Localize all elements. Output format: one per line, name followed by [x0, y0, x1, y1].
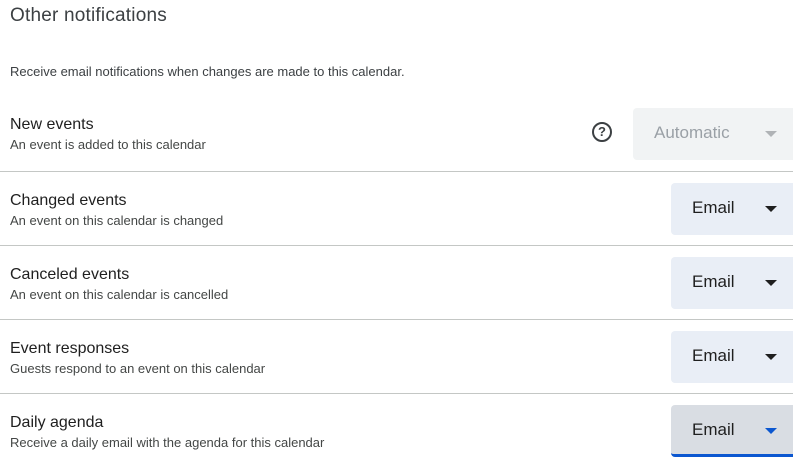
setting-row-event-responses: Event responses Guests respond to an eve…	[0, 319, 793, 393]
help-icon[interactable]: ?	[592, 122, 612, 142]
dropdown-caret-icon	[765, 280, 777, 286]
setting-description: An event on this calendar is changed	[10, 213, 224, 228]
dropdown-caret-icon	[765, 206, 777, 212]
setting-description: Guests respond to an event on this calen…	[10, 361, 266, 376]
section-description: Receive email notifications when changes…	[10, 64, 405, 79]
setting-title: Canceled events	[10, 266, 130, 283]
other-notifications-panel: Other notifications Receive email notifi…	[0, 0, 793, 466]
dropdown-caret-icon	[765, 131, 777, 137]
canceled-events-select[interactable]: Email	[671, 257, 793, 309]
setting-row-changed-events: Changed events An event on this calendar…	[0, 171, 793, 245]
select-value: Automatic	[654, 123, 730, 142]
setting-title: Changed events	[10, 192, 127, 209]
setting-title: Event responses	[10, 340, 130, 357]
setting-description: Receive a daily email with the agenda fo…	[10, 435, 325, 450]
setting-title: New events	[10, 116, 94, 133]
setting-row-canceled-events: Canceled events An event on this calenda…	[0, 245, 793, 319]
setting-description: An event is added to this calendar	[10, 137, 206, 152]
setting-row-daily-agenda: Daily agenda Receive a daily email with …	[0, 393, 793, 466]
select-value: Email	[692, 420, 735, 439]
select-value: Email	[692, 198, 735, 217]
setting-row-new-events: New events An event is added to this cal…	[0, 97, 793, 171]
setting-title: Daily agenda	[10, 414, 104, 431]
notification-settings-list: New events An event is added to this cal…	[0, 97, 793, 466]
changed-events-select[interactable]: Email	[671, 183, 793, 235]
select-value: Email	[692, 272, 735, 291]
dropdown-caret-icon	[765, 354, 777, 360]
select-value: Email	[692, 346, 735, 365]
event-responses-select[interactable]: Email	[671, 331, 793, 383]
daily-agenda-select[interactable]: Email	[671, 405, 793, 457]
section-title: Other notifications	[10, 5, 167, 26]
new-events-select: Automatic	[633, 108, 793, 160]
dropdown-caret-icon	[765, 428, 777, 434]
setting-description: An event on this calendar is cancelled	[10, 287, 229, 302]
